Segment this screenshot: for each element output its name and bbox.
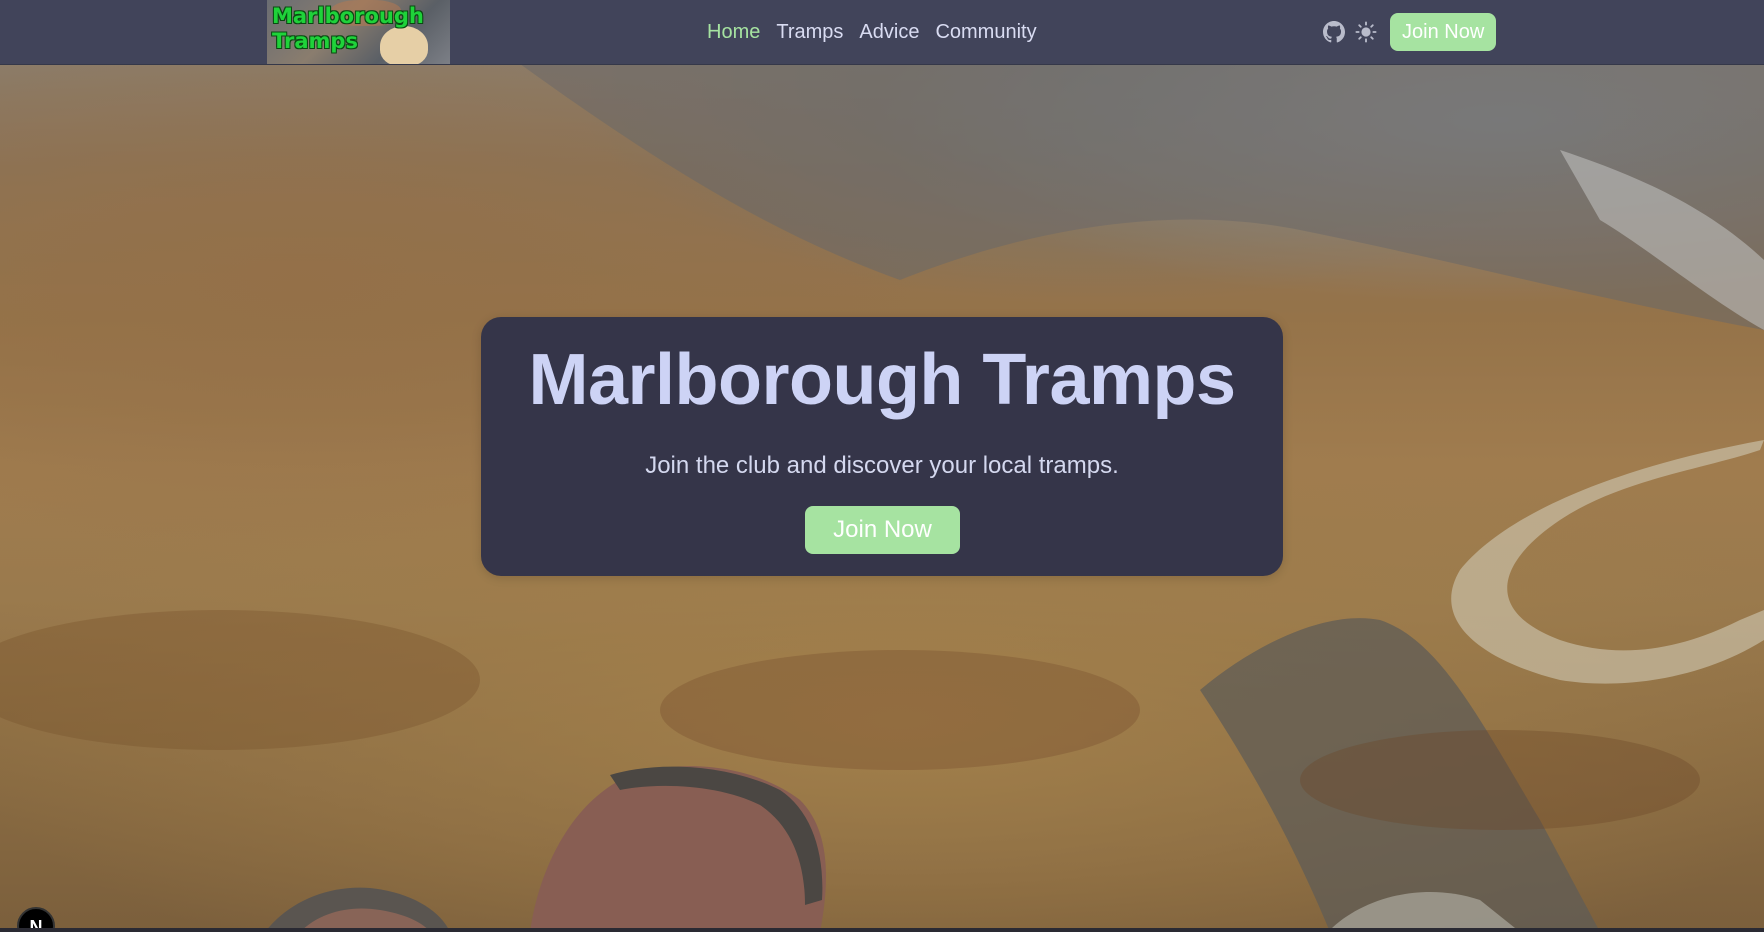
site-logo[interactable]: Marlborough Tramps [267, 0, 450, 64]
github-icon[interactable] [1322, 20, 1346, 44]
nav-link-advice[interactable]: Advice [859, 18, 919, 46]
nav-link-home[interactable]: Home [707, 18, 760, 46]
sun-icon[interactable] [1354, 20, 1378, 44]
page: Marlborough Tramps Home Tramps Advice Co… [0, 0, 1764, 932]
nav-link-tramps[interactable]: Tramps [776, 18, 843, 46]
bottom-edge [0, 928, 1764, 932]
hero-join-button[interactable]: Join Now [805, 506, 960, 554]
navbar: Marlborough Tramps Home Tramps Advice Co… [0, 0, 1764, 65]
hero-title: Marlborough Tramps [528, 340, 1236, 420]
nav-actions: Join Now [1322, 13, 1497, 51]
nav-join-button[interactable]: Join Now [1390, 13, 1497, 51]
nav-link-community[interactable]: Community [935, 18, 1036, 46]
hero-card: Marlborough Tramps Join the club and dis… [481, 317, 1283, 576]
nav-links: Home Tramps Advice Community [707, 18, 1037, 46]
hero-subtitle: Join the club and discover your local tr… [645, 452, 1119, 479]
logo-text: Marlborough Tramps [272, 4, 424, 53]
